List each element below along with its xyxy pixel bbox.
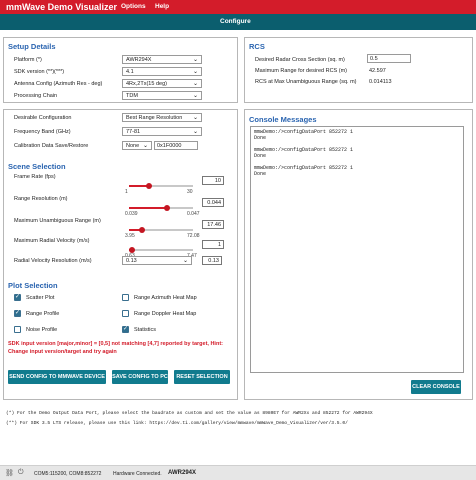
chevron-down-icon: ⌄ xyxy=(192,115,198,121)
vres-label: Radial Velocity Resolution (m/s) xyxy=(14,258,92,264)
plot-checkbox-label: Range Doppler Heat Map xyxy=(134,311,197,317)
slider-min: 0.039 xyxy=(125,211,138,217)
calib-label: Calibration Data Save/Restore xyxy=(14,143,89,149)
plot-checkbox[interactable] xyxy=(14,326,21,333)
chevron-down-icon: ⌄ xyxy=(182,258,188,264)
reset-selection-button[interactable]: RESET SELECTION xyxy=(174,370,230,384)
rcs-maxrange-label: Maximum Range for desired RCS (m) xyxy=(255,68,347,74)
scene-heading: Scene Selection xyxy=(8,162,66,171)
desirable-select[interactable]: Best Range Resolution ⌄ xyxy=(122,113,202,122)
slider-label: Frame Rate (fps) xyxy=(14,174,56,180)
chain-label: Processing Chain xyxy=(14,93,58,99)
rcs-unamb-value: 0.014113 xyxy=(369,79,392,85)
console-heading: Console Messages xyxy=(249,115,317,124)
sdk-label: SDK version (**)(***) xyxy=(14,69,65,75)
slider-min: 1 xyxy=(125,189,128,195)
rcs-maxrange-value: 42.597 xyxy=(369,68,386,74)
plot-checkbox[interactable] xyxy=(122,294,129,301)
plot-checkbox[interactable] xyxy=(122,310,129,317)
save-config-button[interactable]: SAVE CONFIG TO PC xyxy=(112,370,168,384)
slider-max: 0.047 xyxy=(187,211,200,217)
slider-fill xyxy=(129,207,168,209)
slider-value-box: 0.044 xyxy=(202,198,224,207)
slider-value-box: 17.46 xyxy=(202,220,224,229)
rcs-desired-input[interactable]: 0.5 xyxy=(367,54,411,63)
plot-heading: Plot Selection xyxy=(8,281,58,290)
chain-select[interactable]: TDM ⌄ xyxy=(122,91,202,100)
config-panel: Desirable Configuration Best Range Resol… xyxy=(3,109,238,400)
chevron-down-icon: ⌄ xyxy=(142,143,148,149)
slider-knob[interactable] xyxy=(145,183,152,189)
plot-checkbox[interactable]: ✓ xyxy=(14,310,21,317)
clear-console-button[interactable]: CLEAR CONSOLE xyxy=(411,380,461,394)
chevron-down-icon: ⌄ xyxy=(192,57,198,63)
slider-label: Range Resolution (m) xyxy=(14,196,68,202)
sdk-select[interactable]: 4.1 ⌄ xyxy=(122,67,202,76)
chevron-down-icon: ⌄ xyxy=(192,129,198,135)
slider-value-box: 1 xyxy=(202,240,224,249)
send-config-button[interactable]: SEND CONFIG TO MMWAVE DEVICE xyxy=(8,370,106,384)
rcs-desired-label: Desired Radar Cross Section (sq. m) xyxy=(255,57,345,63)
plot-checkbox-label: Range Profile xyxy=(26,311,60,317)
note-baudrate: (*) For the Demo Output Data Port, pleas… xyxy=(6,411,373,416)
slider-track[interactable] xyxy=(129,249,193,251)
slider-knob[interactable] xyxy=(164,205,171,211)
slider-min: 3.95 xyxy=(125,233,135,239)
vres-value-box: 0.13 xyxy=(202,256,222,265)
rcs-heading: RCS xyxy=(249,42,265,51)
band-select[interactable]: 77-81 ⌄ xyxy=(122,127,202,136)
setup-panel: Setup Details Platform (*) AWR294X ⌄ SDK … xyxy=(3,37,238,103)
menu-options[interactable]: Options xyxy=(121,3,146,10)
plot-checkbox[interactable]: ✓ xyxy=(122,326,129,333)
app-title: mmWave Demo Visualizer xyxy=(6,2,118,12)
chevron-down-icon: ⌄ xyxy=(192,69,198,75)
chevron-down-icon: ⌄ xyxy=(192,81,198,87)
status-ports: COM5:115200, COM8:852272 xyxy=(34,471,102,477)
link-icon[interactable]: ⛓ xyxy=(5,469,14,477)
menu-help[interactable]: Help xyxy=(155,3,169,10)
tab-bar: Configure xyxy=(0,14,476,30)
rcs-unamb-label: RCS at Max Unambiguous Range (sq. m) xyxy=(255,79,357,85)
plot-checkbox-label: Range Azimuth Heat Map xyxy=(134,295,197,301)
calib-select[interactable]: None ⌄ xyxy=(122,141,152,150)
slider-max: 30 xyxy=(187,189,193,195)
slider-knob[interactable] xyxy=(138,227,145,233)
setup-heading: Setup Details xyxy=(8,42,56,51)
plot-checkbox-label: Scatter Plot xyxy=(26,295,55,301)
error-line-1: SDK input version [major,minor] = [0,5] … xyxy=(8,341,223,347)
desirable-label: Desirable Configuration xyxy=(14,115,72,121)
antenna-label: Antenna Config (Azimuth Res - deg) xyxy=(14,81,103,87)
slider-label: Maximum Unambiguous Range (m) xyxy=(14,218,101,224)
platform-label: Platform (*) xyxy=(14,57,42,63)
plot-checkbox-label: Noise Profile xyxy=(26,327,58,333)
plot-checkbox-label: Statistics xyxy=(134,327,157,333)
note-sdk-link[interactable]: (**) For SDK 3.5 LTS release, please use… xyxy=(6,421,348,426)
tab-configure[interactable]: Configure xyxy=(220,18,251,25)
error-line-2: Change input version/target and try agai… xyxy=(8,349,117,355)
chevron-down-icon: ⌄ xyxy=(192,93,198,99)
band-label: Frequency Band (GHz) xyxy=(14,129,71,135)
title-bar: mmWave Demo Visualizer Options Help xyxy=(0,0,476,14)
status-device: AWR294X xyxy=(168,470,197,476)
plug-icon[interactable]: ⏻ xyxy=(18,469,24,477)
console-output[interactable]: mmwDemo:/>configDataPort 852272 1 Done m… xyxy=(250,126,464,373)
antenna-select[interactable]: 4Rx,2Tx(15 deg) ⌄ xyxy=(122,79,202,88)
plot-checkbox[interactable]: ✓ xyxy=(14,294,21,301)
vres-select[interactable]: 0.13 ⌄ xyxy=(122,256,192,265)
slider-value-box: 10 xyxy=(202,176,224,185)
calib-address-input[interactable]: 0x1F0000 xyxy=(154,141,198,150)
status-bar: ⛓ ⏻ COM5:115200, COM8:852272 Hardware Co… xyxy=(0,465,476,480)
platform-select[interactable]: AWR294X ⌄ xyxy=(122,55,202,64)
status-hw: Hardware Connected. xyxy=(113,471,162,477)
slider-label: Maximum Radial Velocity (m/s) xyxy=(14,238,90,244)
rcs-panel: RCS Desired Radar Cross Section (sq. m) … xyxy=(244,37,473,103)
slider-max: 72.08 xyxy=(187,233,200,239)
